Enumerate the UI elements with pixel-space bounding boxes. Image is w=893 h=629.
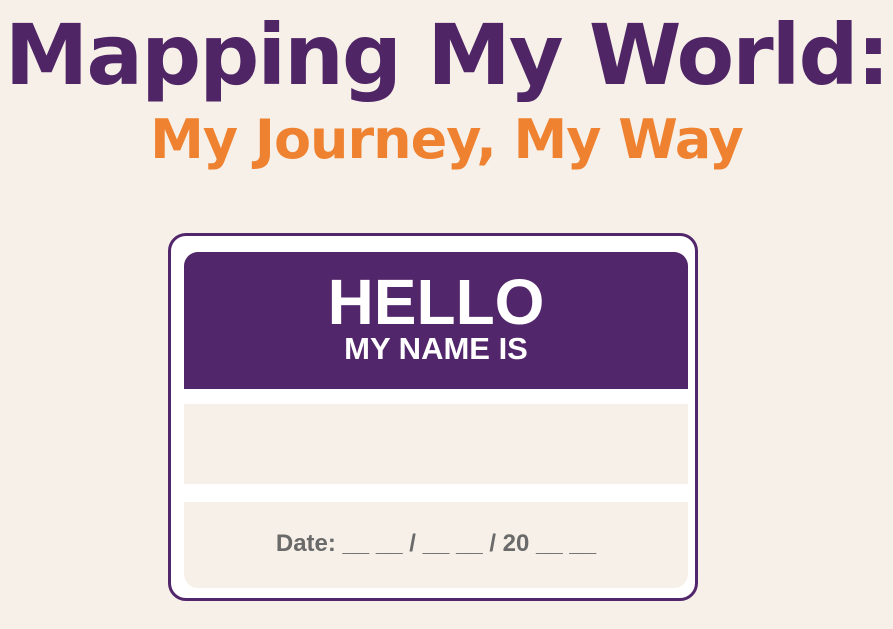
hello-label: HELLO	[327, 266, 545, 338]
my-name-is-label: MY NAME IS	[344, 331, 528, 366]
date-line: Date: __ __ / __ __ / 20 __ __	[275, 530, 597, 557]
name-field[interactable]	[184, 404, 688, 484]
date-field[interactable]: Date: __ __ / __ __ / 20 __ __	[184, 502, 688, 588]
name-tag: HELLO MY NAME IS Date: __ __ / __ __ / 2…	[168, 233, 698, 601]
page-title: Mapping My World:	[4, 6, 890, 104]
page-subtitle: My Journey, My Way	[150, 108, 744, 171]
name-tag-header: HELLO MY NAME IS	[184, 252, 688, 389]
